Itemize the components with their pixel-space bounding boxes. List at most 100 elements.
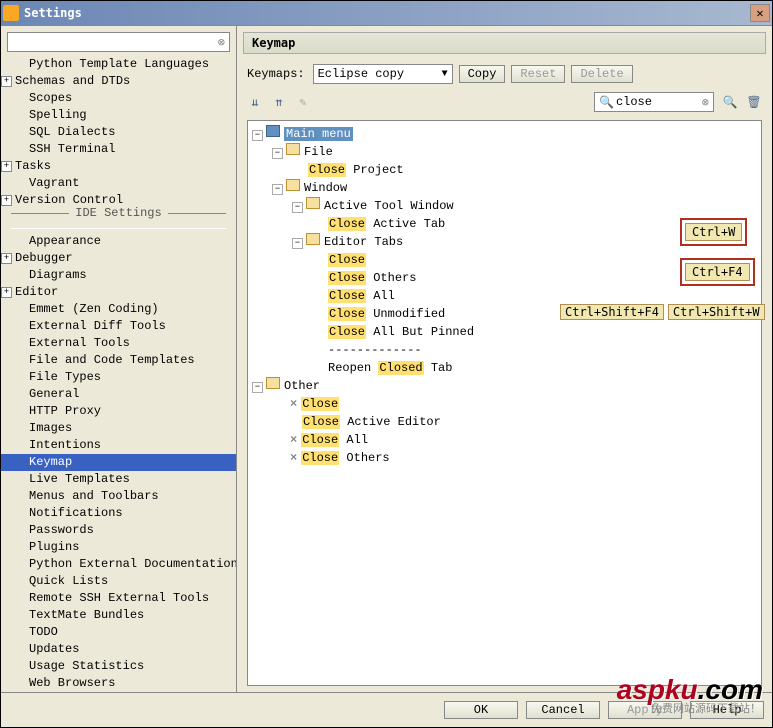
sidebar-item[interactable]: External Tools [1,335,236,352]
keymaps-dropdown[interactable]: Eclipse copy ▼ [313,64,453,84]
close-icon[interactable]: ✕ [750,4,770,22]
node-other[interactable]: Other [284,379,320,393]
collapse-all-icon[interactable]: ⇈ [271,94,287,110]
sidebar-item[interactable]: Passwords [1,522,236,539]
expander-icon[interactable]: − [292,238,303,249]
sidebar-search-input[interactable] [12,35,218,49]
expander-icon[interactable]: + [1,195,12,206]
sidebar-item[interactable]: Appearance [1,233,236,250]
expander-icon[interactable]: − [272,184,283,195]
sidebar-item-label: Notifications [29,506,123,521]
action-close-all[interactable]: Close All [328,289,395,303]
sidebar-item[interactable]: Emmet (Zen Coding) [1,301,236,318]
sidebar-item[interactable]: Keymap [1,454,236,471]
sidebar-search[interactable]: ⊗ [7,32,230,52]
action-filter-input[interactable] [616,95,702,109]
sidebar-item[interactable]: Web Browsers [1,675,236,692]
action-other-close-all[interactable]: Close All [301,433,368,447]
cancel-button[interactable]: Cancel [526,701,600,719]
sidebar-item[interactable]: Python Template Languages [1,56,236,73]
sidebar-item[interactable]: Remote SSH External Tools [1,590,236,607]
sidebar-item-label: Remote SSH External Tools [29,591,209,606]
sidebar-item[interactable]: SQL Dialects [1,124,236,141]
sidebar-item-label: Editor [15,285,58,300]
expander-icon[interactable]: + [1,253,12,264]
expand-all-icon[interactable]: ⇊ [247,94,263,110]
expander-icon[interactable]: − [292,202,303,213]
sidebar-item-label: Keymap [29,455,72,470]
sidebar-item[interactable]: Intentions [1,437,236,454]
expander-icon[interactable]: + [1,76,12,87]
sidebar-item[interactable]: Images [1,420,236,437]
node-window[interactable]: Window [304,181,347,195]
sidebar-item[interactable]: File and Code Templates [1,352,236,369]
clear-filter-icon[interactable]: ⊗ [702,95,709,110]
sidebar-item[interactable]: Live Templates [1,471,236,488]
sidebar-item-label: Plugins [29,540,79,555]
action-close-unmod[interactable]: Close Unmodified [328,307,445,321]
sidebar-item[interactable]: +Schemas and DTDs [1,73,236,90]
keymap-tree[interactable]: −Main menu −File Close Project −Window −… [247,120,762,686]
sidebar-item-label: Menus and Toolbars [29,489,159,504]
find-by-shortcut-icon[interactable]: 🔍 [722,94,738,110]
sidebar-item[interactable]: Scopes [1,90,236,107]
ok-button[interactable]: OK [444,701,518,719]
action-close-active-tab[interactable]: Close Active Tab [328,217,445,231]
sidebar-item[interactable]: Diagrams [1,267,236,284]
sidebar-item[interactable]: File Types [1,369,236,386]
sidebar-item[interactable]: Plugins [1,539,236,556]
sidebar-item[interactable]: HTTP Proxy [1,403,236,420]
sidebar-item[interactable]: Spelling [1,107,236,124]
sidebar-item[interactable]: Usage Statistics [1,658,236,675]
sidebar-item[interactable]: TextMate Bundles [1,607,236,624]
copy-button[interactable]: Copy [459,65,506,83]
keymap-toolbar: ⇊ ⇈ ✎ 🔍 ⊗ 🔍 🗑 [237,88,772,116]
sidebar-item[interactable]: SSH Terminal [1,141,236,158]
action-close-allbut[interactable]: Close All But Pinned [328,325,474,339]
trash-icon[interactable]: 🗑 [746,94,762,110]
action-other-close-others[interactable]: Close Others [301,451,389,465]
folder-icon [266,125,280,137]
settings-tree[interactable]: Python Template Languages+Schemas and DT… [1,54,236,692]
action-reopen-closed[interactable]: Reopen Closed Tab [328,361,452,375]
action-filter[interactable]: 🔍 ⊗ [594,92,714,112]
reset-button[interactable]: Reset [511,65,565,83]
sidebar-item[interactable]: +Tasks [1,158,236,175]
expander-icon[interactable]: − [272,148,283,159]
node-editor-tabs[interactable]: Editor Tabs [324,235,403,249]
node-main-menu[interactable]: Main menu [284,127,353,141]
sidebar-item-label: Python External Documentation [29,557,236,572]
sidebar-item[interactable]: Quick Lists [1,573,236,590]
node-file[interactable]: File [304,145,333,159]
sidebar-item[interactable]: Python External Documentation [1,556,236,573]
expander-icon[interactable]: − [252,382,263,393]
action-close-project[interactable]: Close Project [308,163,404,177]
sidebar-item[interactable]: General [1,386,236,403]
action-other-close-editor[interactable]: Close Active Editor [302,415,441,429]
node-active-tool[interactable]: Active Tool Window [324,199,454,213]
sidebar-item-label: File Types [29,370,101,385]
action-close-others[interactable]: Close Others [328,271,416,285]
sidebar-item-label: TODO [29,625,58,640]
action-close[interactable]: Close [328,253,366,267]
sidebar-item[interactable]: +Editor [1,284,236,301]
sidebar-item[interactable]: Vagrant [1,175,236,192]
sidebar-item[interactable]: Notifications [1,505,236,522]
edit-shortcut-icon[interactable]: ✎ [295,94,311,110]
clear-icon[interactable]: ⊗ [218,35,225,50]
sidebar-item-label: Web Browsers [29,676,115,691]
sidebar-item[interactable]: Menus and Toolbars [1,488,236,505]
expander-icon[interactable]: − [252,130,263,141]
sidebar-item[interactable]: TODO [1,624,236,641]
sidebar-item[interactable]: Updates [1,641,236,658]
watermark-sub: 免费网站源码下载站！ [651,700,761,716]
sidebar-item-label: Images [29,421,72,436]
action-other-close[interactable]: Close [301,397,339,411]
sidebar-item[interactable]: External Diff Tools [1,318,236,335]
expander-icon[interactable]: + [1,287,12,298]
sidebar-item[interactable]: +Debugger [1,250,236,267]
sidebar-item-label: General [29,387,79,402]
expander-icon[interactable]: + [1,161,12,172]
folder-icon [266,377,280,389]
delete-button[interactable]: Delete [571,65,632,83]
